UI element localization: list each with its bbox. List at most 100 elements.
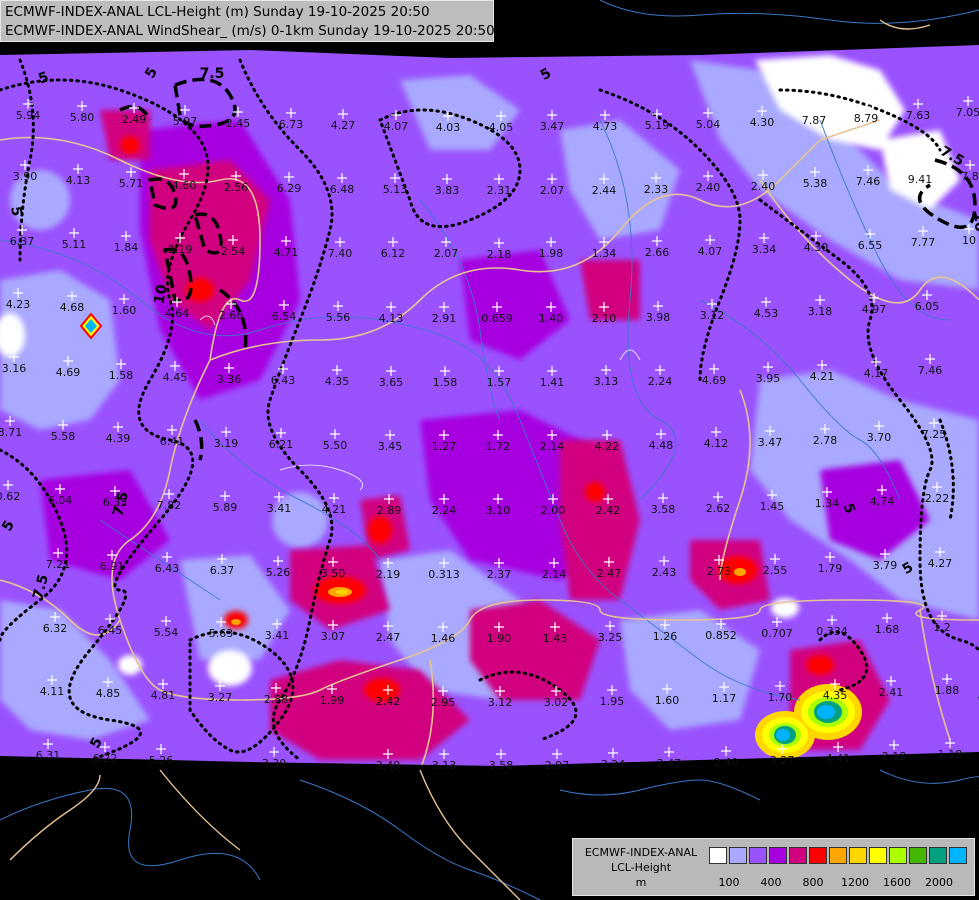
legend-tick: 100 [718, 876, 740, 889]
station-value: 7.8 [961, 170, 979, 183]
station-value: 2.14 [542, 568, 567, 581]
legend-swatch [869, 847, 887, 864]
station-value: 2.40 [751, 180, 776, 193]
station-value: 3.25 [598, 631, 623, 644]
station-value: 2.97 [545, 759, 570, 772]
station-value: 4.12 [704, 437, 729, 450]
station-value: 2.07 [540, 184, 565, 197]
station-value: 1.57 [487, 376, 512, 389]
station-value: 0.707 [761, 627, 793, 640]
station-value: 6.29 [277, 182, 302, 195]
station-value: 3.13 [432, 759, 457, 772]
station-value: 2.56 [224, 181, 249, 194]
station-value: 1.34 [592, 247, 617, 260]
station-value: 2.62 [706, 502, 731, 515]
legend-line-1: ECMWF-INDEX-ANAL [584, 846, 698, 859]
legend-swatch [729, 847, 747, 864]
station-value: 3.27 [208, 691, 233, 704]
legend-tick: 1200 [841, 876, 869, 889]
station-value: 4.30 [804, 241, 829, 254]
station-value: 8.79 [854, 112, 879, 125]
legend-swatch [949, 847, 967, 864]
station-value: 6.43 [271, 374, 296, 387]
station-value: 7.82 [157, 499, 182, 512]
station-value: 1.45 [760, 500, 785, 513]
station-value: 5.13 [383, 183, 408, 196]
station-value: 3.27 [770, 754, 795, 767]
station-value: 1.17 [712, 692, 737, 705]
legend-swatch [709, 847, 727, 864]
station-value: 2.00 [541, 504, 566, 517]
station-value: 1.95 [600, 695, 625, 708]
station-value: 3.34 [752, 243, 777, 256]
legend-swatch [889, 847, 907, 864]
station-value: 2.78 [813, 434, 838, 447]
station-value: 6.73 [279, 118, 304, 131]
station-value: 6.45 [98, 624, 123, 637]
station-value: 6.21 [269, 438, 294, 451]
station-value: 2.45 [226, 117, 251, 130]
station-value: 4.11 [40, 685, 65, 698]
station-value: 2.14 [540, 440, 565, 453]
legend-swatch [849, 847, 867, 864]
station-value: 1.84 [114, 241, 139, 254]
station-value: 5.80 [70, 111, 95, 124]
station-value: 0.334 [816, 625, 848, 638]
legend-swatch [929, 847, 947, 864]
contour-label: 10 [151, 283, 170, 305]
station-value: 6.05 [915, 300, 940, 313]
station-value: 4.69 [56, 366, 81, 379]
station-value: 1.88 [935, 684, 960, 697]
station-value: 0.852 [705, 629, 737, 642]
station-value: 3.83 [435, 184, 460, 197]
station-value: 4.13 [66, 174, 91, 187]
station-value: 6.37 [10, 235, 35, 248]
station-value: 7.40 [328, 247, 353, 260]
legend-swatch [909, 847, 927, 864]
station-value: 3.98 [646, 311, 671, 324]
station-value: 7.25 [922, 428, 947, 441]
station-value: 2.88 [264, 693, 289, 706]
station-value: 4.48 [649, 439, 674, 452]
station-value: 3.10 [486, 504, 511, 517]
station-value: 4.23 [6, 298, 31, 311]
station-value: 3.95 [756, 372, 781, 385]
station-value: 2.47 [376, 631, 401, 644]
station-value: 1.72 [486, 440, 511, 453]
station-value: 6.91 [100, 560, 125, 573]
station-value: 4.05 [489, 121, 514, 134]
station-value: 4.35 [823, 689, 848, 702]
map-header: ECMWF-INDEX-ANAL LCL-Height (m) Sunday 1… [0, 0, 495, 42]
station-value: 1.68 [875, 623, 900, 636]
station-value: 7.21 [46, 558, 71, 571]
station-value: 10 [962, 234, 976, 247]
station-value: 6.35 [103, 496, 128, 509]
station-value: 2.37 [487, 568, 512, 581]
station-value: 2.19 [168, 243, 193, 256]
color-legend: ECMWF-INDEX-ANAL LCL-Height m 100 400 800 1… [572, 838, 975, 896]
station-value: 5.54 [154, 626, 179, 639]
legend-tick: 1600 [883, 876, 911, 889]
station-value: 0.62 [0, 490, 20, 503]
station-value: 2.33 [644, 183, 669, 196]
station-value: 5.97 [173, 115, 198, 128]
legend-tick: 2000 [925, 876, 953, 889]
station-value: 3.79 [873, 559, 898, 572]
station-value: 1.2 [933, 621, 951, 634]
station-value: 3.47 [540, 120, 565, 133]
station-value: 7.87 [802, 114, 827, 127]
station-value: 1.18 [938, 748, 963, 761]
map-view: 5 5 5 5 7.5 7.5 7.5 7.5 10 10 5 5 5 5 5.94 5.80 2.49 5.9… [0, 0, 979, 900]
station-value: 5.89 [213, 501, 238, 514]
station-value: 5.26 [149, 754, 174, 767]
station-value: 3.58 [651, 503, 676, 516]
station-value: 2.42 [596, 504, 621, 517]
station-value: 1.99 [320, 694, 345, 707]
station-value: 7.46 [918, 364, 943, 377]
legend-swatch [769, 847, 787, 864]
station-value: 5.71 [119, 177, 144, 190]
station-value: 1.90 [487, 632, 512, 645]
header-line-1: ECMWF-INDEX-ANAL LCL-Height (m) Sunday 1… [5, 4, 430, 20]
legend-tick: 800 [802, 876, 824, 889]
legend-swatch [829, 847, 847, 864]
